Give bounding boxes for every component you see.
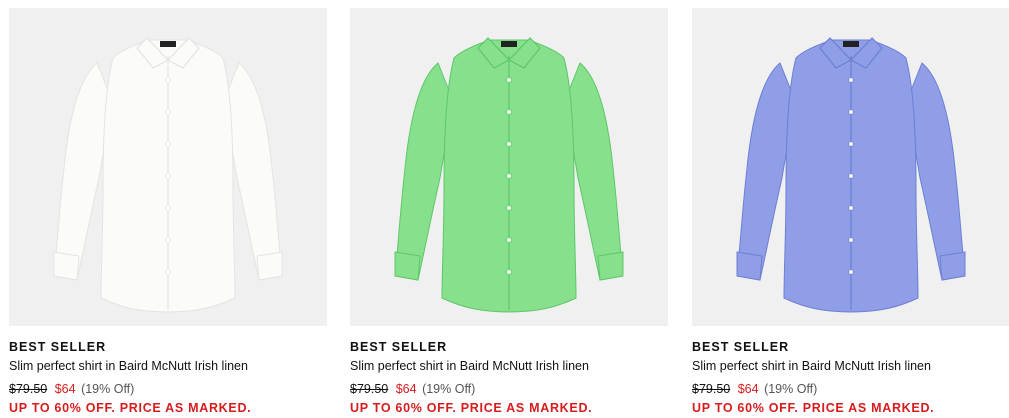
product-name-link[interactable]: Slim perfect shirt in Baird McNutt Irish…	[350, 359, 668, 374]
original-price: $79.50	[692, 382, 731, 396]
left-cuff	[736, 251, 763, 281]
product-card[interactable]: BEST SELLER Slim perfect shirt in Baird …	[9, 8, 327, 416]
shirt-button	[506, 141, 512, 147]
discount-percent: (19% Off)	[764, 382, 818, 396]
shirt-button	[165, 173, 171, 179]
right-cuff	[597, 251, 624, 281]
sale-price: $64	[737, 382, 759, 396]
right-cuff	[939, 251, 966, 281]
shirt-button	[848, 109, 854, 115]
original-price: $79.50	[9, 382, 48, 396]
brand-label	[160, 41, 176, 47]
shirt-button	[848, 141, 854, 147]
shirt-button	[506, 109, 512, 115]
price-row: $79.50 $64 (19% Off)	[9, 382, 327, 397]
sale-price: $64	[54, 382, 76, 396]
best-seller-badge: BEST SELLER	[692, 340, 790, 354]
product-image[interactable]	[350, 8, 668, 326]
shirt-button	[848, 77, 854, 83]
product-image[interactable]	[692, 8, 1009, 326]
shirt-button	[165, 141, 171, 147]
left-cuff	[53, 251, 80, 281]
left-cuff	[394, 251, 421, 281]
right-cuff	[256, 251, 283, 281]
shirt-button	[165, 237, 171, 243]
brand-label	[843, 41, 859, 47]
shirt-button	[165, 205, 171, 211]
shirt-image	[736, 37, 966, 313]
price-row: $79.50 $64 (19% Off)	[692, 382, 1009, 397]
best-seller-badge: BEST SELLER	[350, 340, 448, 354]
shirt-button	[165, 77, 171, 83]
shirt-button	[506, 205, 512, 211]
product-grid: BEST SELLER Slim perfect shirt in Baird …	[0, 0, 1009, 418]
product-card[interactable]: BEST SELLER Slim perfect shirt in Baird …	[350, 8, 668, 416]
product-name-link[interactable]: Slim perfect shirt in Baird McNutt Irish…	[692, 359, 1009, 374]
product-image[interactable]	[9, 8, 327, 326]
shirt-button	[506, 237, 512, 243]
promo-message: UP TO 60% OFF. PRICE AS MARKED.	[692, 401, 935, 415]
promo-message: UP TO 60% OFF. PRICE AS MARKED.	[9, 401, 252, 415]
brand-label	[501, 41, 517, 47]
shirt-image	[53, 37, 283, 313]
shirt-image	[394, 37, 624, 313]
shirt-button	[848, 173, 854, 179]
best-seller-badge: BEST SELLER	[9, 340, 107, 354]
product-name-link[interactable]: Slim perfect shirt in Baird McNutt Irish…	[9, 359, 327, 374]
shirt-button	[165, 109, 171, 115]
discount-percent: (19% Off)	[422, 382, 476, 396]
shirt-button	[848, 205, 854, 211]
original-price: $79.50	[350, 382, 389, 396]
shirt-button	[506, 173, 512, 179]
discount-percent: (19% Off)	[81, 382, 135, 396]
promo-message: UP TO 60% OFF. PRICE AS MARKED.	[350, 401, 593, 415]
shirt-button	[506, 269, 512, 275]
shirt-button	[165, 269, 171, 275]
price-row: $79.50 $64 (19% Off)	[350, 382, 668, 397]
sale-price: $64	[395, 382, 417, 396]
shirt-button	[848, 269, 854, 275]
shirt-button	[848, 237, 854, 243]
product-card[interactable]: BEST SELLER Slim perfect shirt in Baird …	[692, 8, 1009, 416]
shirt-button	[506, 77, 512, 83]
